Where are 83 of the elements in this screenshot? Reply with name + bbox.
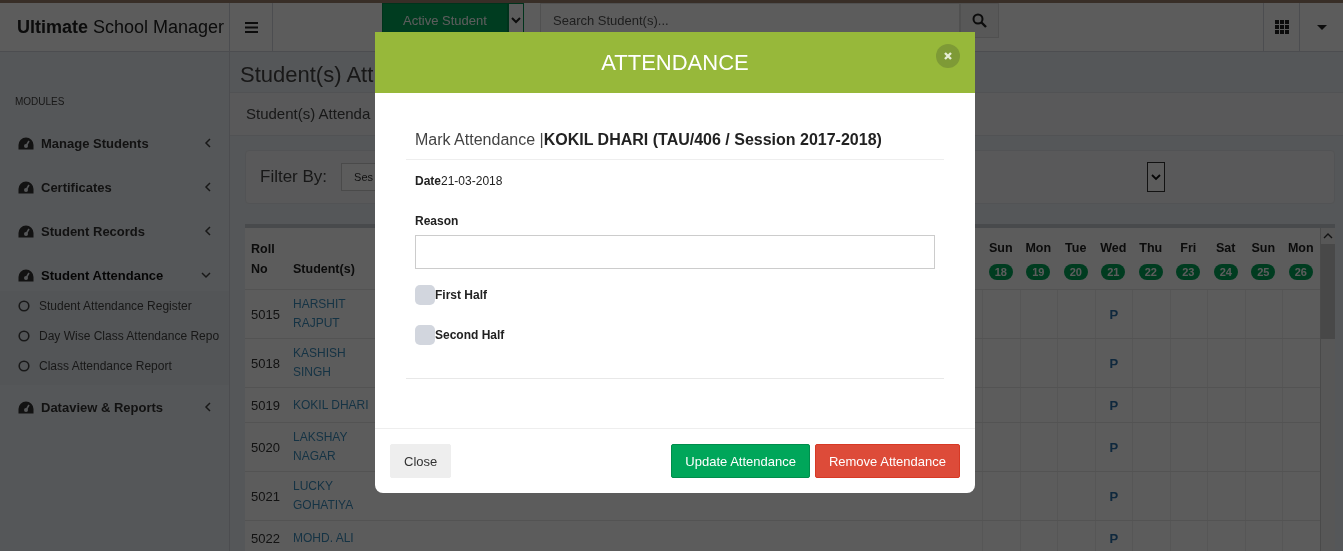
dashboard-icon [18,180,34,194]
checkbox-label: Second Half [435,328,505,342]
day-header: Mon [1025,240,1052,257]
date-badge: 25 [1251,264,1276,280]
dialog-button[interactable]: Close [390,444,452,478]
checkbox[interactable] [415,285,435,305]
app-logo: Ultimate School Manager [0,3,230,51]
day-header: Wed [1100,240,1127,257]
circle-icon [18,330,30,342]
date-badge: 22 [1138,264,1163,280]
search-icon [972,13,987,28]
scrollbar[interactable] [1319,228,1335,551]
attendance-mark[interactable]: P [1109,355,1119,371]
sidebar-subitem[interactable]: Class Attendance Report [0,351,229,381]
roll-number: 5021 [251,488,280,504]
date-badge: 20 [1063,264,1088,280]
sidebar-item[interactable]: Dataview & Reports [0,385,229,429]
date-badge: 26 [1288,264,1313,280]
date-badge: 24 [1213,264,1238,280]
checkbox-label: First Half [435,288,487,302]
day-header: Thu [1139,240,1163,257]
caret-icon [511,17,521,24]
sidebar-heading: MODULES [14,96,66,107]
day-header: Sun [988,240,1013,257]
dashboard-icon [18,268,34,282]
close-button[interactable] [936,44,960,68]
circle-icon [18,300,30,312]
circle-icon [18,360,30,372]
attendance-mark[interactable]: P [1109,488,1119,504]
filter-select[interactable] [1147,162,1165,192]
grid-icon[interactable] [1274,20,1289,34]
chevron-left-icon [204,402,211,412]
date-badge: 19 [1026,264,1051,280]
dialog-heading: Mark Attendance |KOKIL DHARI (TAU/406 / Session 2017-2018) [406,131,944,160]
dialog-button[interactable]: Update Attendance [671,444,810,478]
attendance-mark[interactable]: P [1109,530,1119,546]
student-link[interactable]: MOHD. ALI [293,528,354,548]
roll-number: 5020 [251,439,280,455]
reason-label: Reason [415,214,460,228]
dashboard-icon [18,224,34,238]
menu-icon[interactable] [244,21,258,33]
chevron-left-icon [204,226,211,236]
date-text: Date21-03-2018 [415,174,504,188]
roll-number: 5019 [251,397,280,413]
day-header: Mon [1287,240,1314,257]
column-header: Roll No [251,241,276,278]
day-header: Sat [1216,240,1236,257]
roll-number: 5018 [251,355,280,371]
day-header: Fri [1180,240,1197,257]
chevron-down-icon [201,271,211,279]
date-badge: 23 [1176,264,1201,280]
sidebar-item[interactable]: Student Records [0,209,229,253]
dashboard-icon [18,136,34,150]
column-header: Student(s) [293,261,355,278]
search-button[interactable] [960,3,999,38]
sidebar-subitem[interactable]: Day Wise Class Attendance Repo [0,321,229,351]
date-badge: 21 [1101,264,1126,280]
close-icon [943,51,953,61]
day-header: Sun [1251,240,1276,257]
attendance-mark[interactable]: P [1109,397,1119,413]
day-header: Tue [1065,240,1087,257]
chevron-left-icon [204,138,211,148]
section-title: Student(s) Attenda [246,105,371,122]
caret-icon[interactable] [1316,24,1327,30]
student-link[interactable]: LUCKY GOHATIYA [293,477,381,515]
attendance-mark[interactable]: P [1109,439,1119,455]
dialog-button[interactable]: Remove Attendance [814,444,960,478]
chevron-left-icon [204,182,211,192]
attendance-mark[interactable]: P [1109,306,1119,322]
sidebar-item[interactable]: Manage Students [0,121,229,165]
reason-field[interactable] [415,235,935,269]
scroll-up-icon[interactable] [1322,233,1333,239]
caret-icon [1151,173,1161,181]
date-badge: 18 [988,264,1013,280]
roll-number: 5015 [251,306,280,322]
student-link[interactable]: KOKIL DHARI [293,395,369,415]
filter-label: Filter By: [260,167,328,187]
dashboard-icon [18,400,34,414]
sidebar-item[interactable]: Certificates [0,165,229,209]
page-title: Student(s) Att [240,62,374,87]
dialog-title: ATTENDANCE [601,49,749,76]
checkbox[interactable] [415,325,435,345]
roll-number: 5022 [251,530,280,546]
